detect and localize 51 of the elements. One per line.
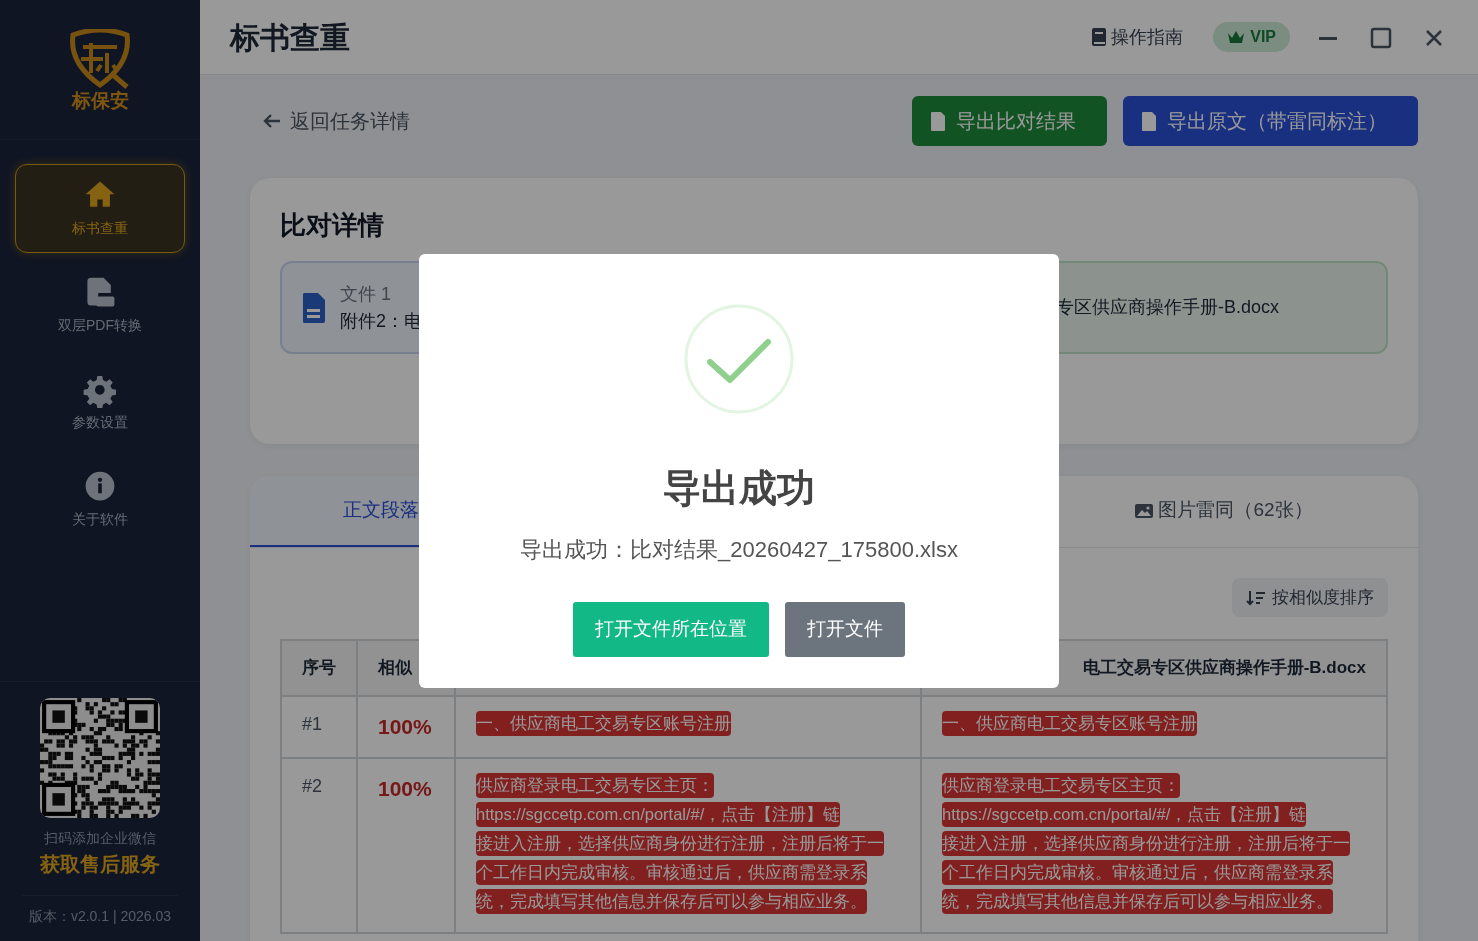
service-text: 获取售后服务: [40, 852, 160, 877]
column-header: 序号: [302, 658, 336, 678]
similarity-value: 100%: [378, 715, 432, 738]
qr-caption: 扫码添加企业微信: [44, 829, 156, 848]
export-button[interactable]: 导出原文（带雷同标注）: [1123, 96, 1418, 146]
highlighted-text: 统，完成填写其他信息并保存后可以参与相应业务。: [476, 888, 867, 914]
highlighted-text: 供应商登录电工交易专区主页：: [476, 772, 714, 798]
document-file-icon: [1141, 110, 1157, 132]
similarity-value: 100%: [378, 776, 432, 800]
success-check-icon: [684, 303, 794, 414]
version-text: 版本：v2.0.1 | 2026.03: [22, 895, 178, 941]
highlighted-text: 一、供应商电工交易专区账号注册: [942, 711, 1197, 736]
logo-text: 标保安: [71, 91, 129, 110]
sort-button[interactable]: 按相似度排序: [1232, 578, 1388, 617]
highlighted-text: 供应商登录电工交易专区主页：: [942, 772, 1180, 798]
column-header: 相似: [378, 658, 412, 678]
crown-icon: [1227, 30, 1246, 44]
vip-badge[interactable]: VIP: [1213, 22, 1290, 52]
highlighted-text: https://sgccetp.com.cn/portal/#/，点击【注册】链: [942, 801, 1307, 827]
section-title: 比对详情: [280, 209, 385, 242]
row-number: #2: [302, 775, 323, 796]
image-icon: [1134, 502, 1155, 519]
nav-item[interactable]: 双层PDF转换: [15, 261, 185, 350]
dialog-message: 导出成功：比对结果_20260427_175800.xlsx: [520, 535, 958, 564]
file-label: 文件 1: [340, 282, 392, 306]
highlighted-text: 个工作日内完成审核。审核通过后，供应商需登录系: [942, 859, 1333, 885]
highlighted-text: 个工作日内完成审核。审核通过后，供应商需登录系: [476, 859, 867, 885]
open-file-button[interactable]: 打开文件: [785, 601, 905, 657]
back-link[interactable]: 返回任务详情: [250, 106, 410, 136]
word-file-icon: [302, 291, 326, 324]
column-header: 电工交易专区供应商操作手册-B.docx: [1082, 658, 1366, 678]
row-number: #1: [302, 714, 323, 734]
highlighted-text: 一、供应商电工交易专区账号注册: [476, 711, 731, 736]
nav-item[interactable]: 参数设置: [15, 358, 185, 447]
page-title: 标书查重: [230, 19, 350, 56]
back-arrow-icon: [262, 112, 282, 130]
highlighted-text: 接进入注册，选择供应商身份进行注册，注册后将于一: [942, 830, 1350, 856]
highlighted-text: https://sgccetp.com.cn/portal/#/，点击【注册】链: [476, 801, 841, 827]
book-icon: [1091, 27, 1108, 47]
guide-button[interactable]: 操作指南: [1085, 22, 1190, 52]
dialog-title: 导出成功: [663, 465, 815, 511]
sort-icon: [1246, 589, 1266, 606]
nav-item[interactable]: 标书查重: [15, 164, 185, 253]
spreadsheet-file-icon: [930, 110, 946, 132]
highlighted-text: 统，完成填写其他信息并保存后可以参与相应业务。: [942, 888, 1333, 914]
highlighted-text: 接进入注册，选择供应商身份进行注册，注册后将于一: [476, 830, 884, 856]
open-folder-button[interactable]: 打开文件所在位置: [573, 601, 769, 657]
file-name: 专区供应商操作手册-B.docx: [1056, 296, 1280, 319]
logo-icon: [67, 29, 133, 91]
export-button[interactable]: 导出比对结果: [912, 96, 1107, 146]
nav-item[interactable]: 关于软件: [15, 455, 185, 544]
